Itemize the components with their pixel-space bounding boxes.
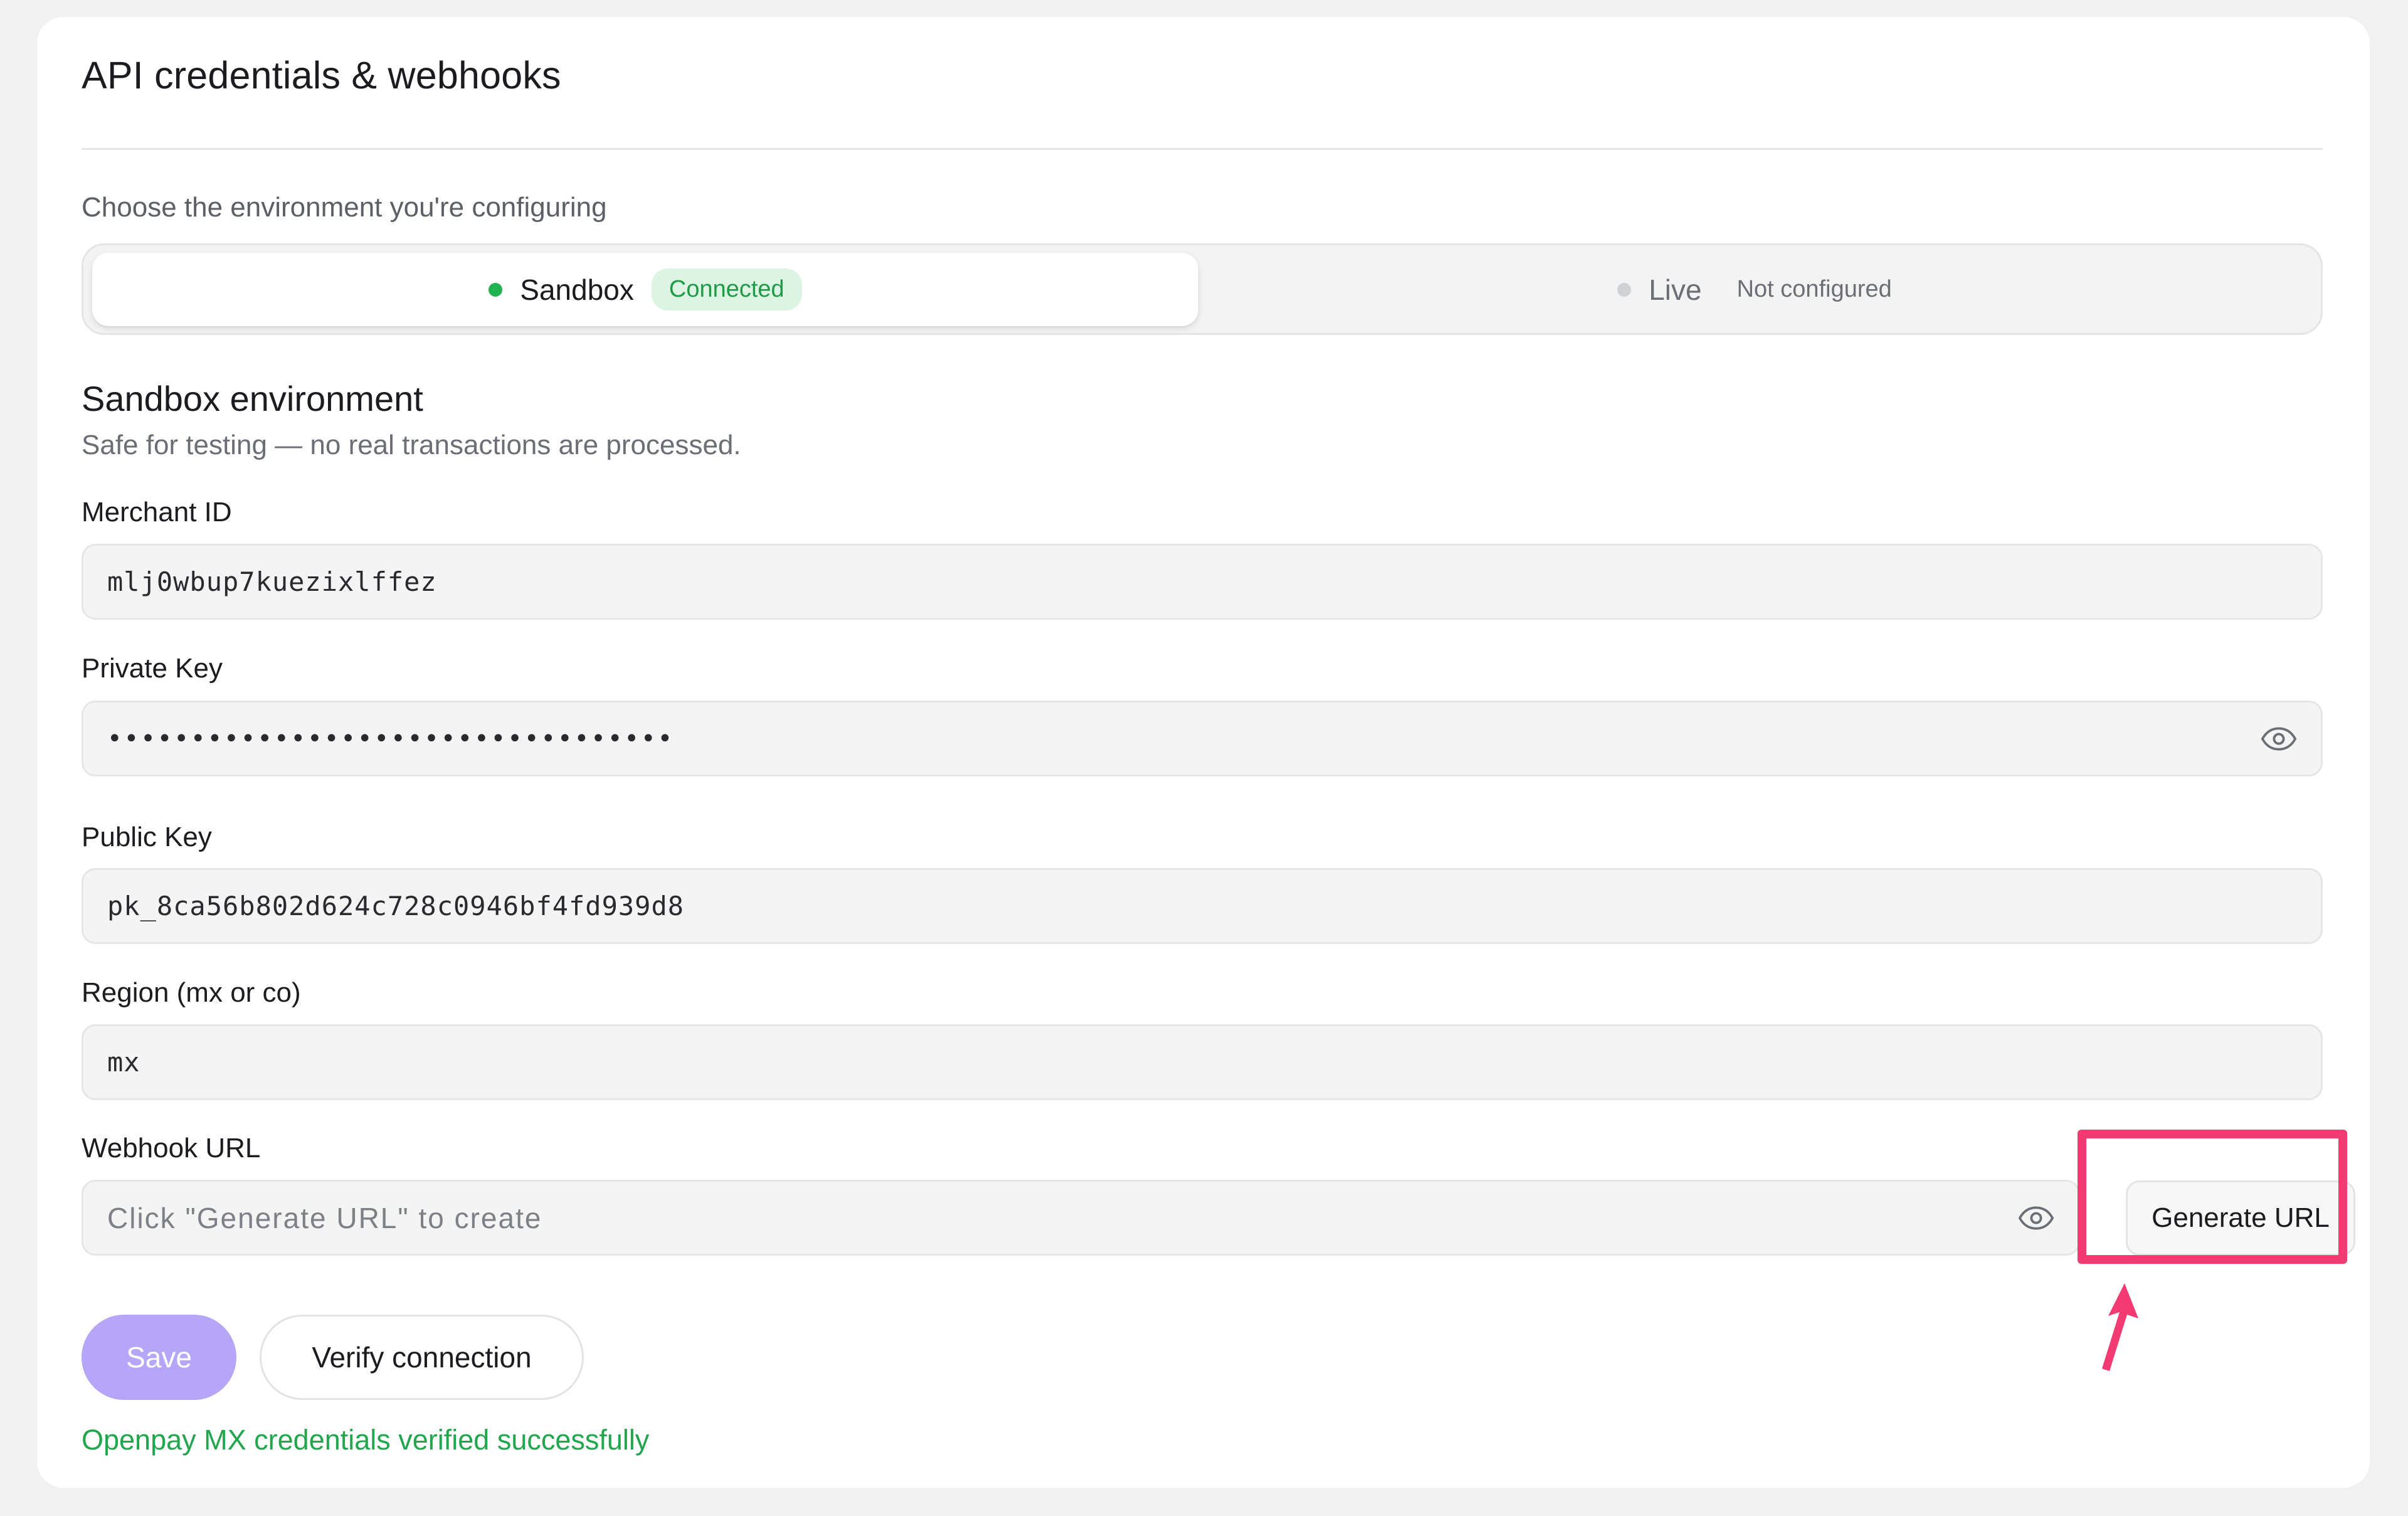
eye-icon[interactable]	[2018, 1206, 2054, 1230]
region-value: mx	[107, 1047, 140, 1078]
webhook-url-field[interactable]: Click "Generate URL" to create	[82, 1180, 2080, 1256]
generate-url-button[interactable]: Generate URL	[2126, 1180, 2355, 1256]
private-key-field[interactable]: ••••••••••••••••••••••••••••••••••	[82, 701, 2323, 777]
webhook-url-placeholder: Click "Generate URL" to create	[107, 1201, 542, 1234]
environment-name: Live	[1649, 273, 1702, 306]
section-title: Sandbox environment	[82, 379, 423, 418]
arrow-up-icon	[2102, 1283, 2138, 1371]
section-subtitle: Safe for testing — no real transactions …	[82, 430, 741, 460]
environment-name: Sandbox	[520, 273, 634, 306]
card-title: API credentials & webhooks	[82, 54, 561, 97]
status-badge: Not configured	[1736, 276, 1892, 302]
environment-option-live[interactable]: Live Not configured	[1212, 253, 2315, 326]
public-key-label: Public Key	[82, 822, 212, 852]
webhook-url-label: Webhook URL	[82, 1133, 261, 1164]
credentials-card: API credentials & webhooks Choose the en…	[37, 17, 2370, 1488]
environment-option-sandbox[interactable]: Sandbox Connected	[92, 253, 1198, 326]
private-key-label: Private Key	[82, 653, 223, 684]
merchant-id-value: mlj0wbup7kuezixlffez	[107, 566, 437, 597]
public-key-field[interactable]: pk_8ca56b802d624c728c0946bf4fd939d8	[82, 868, 2323, 944]
region-field[interactable]: mx	[82, 1024, 2323, 1100]
status-badge: Connected	[651, 268, 802, 310]
success-message: Openpay MX credentials verified successf…	[82, 1424, 650, 1456]
environment-switcher: Sandbox Connected Live Not configured	[82, 243, 2323, 335]
merchant-id-label: Merchant ID	[82, 497, 232, 527]
verify-connection-button[interactable]: Verify connection	[260, 1315, 584, 1400]
status-dot-icon	[488, 282, 503, 297]
region-label: Region (mx or co)	[82, 977, 301, 1008]
private-key-value: ••••••••••••••••••••••••••••••••••	[107, 724, 675, 753]
status-dot-icon	[1617, 282, 1632, 297]
eye-icon[interactable]	[2261, 726, 2297, 751]
merchant-id-field[interactable]: mlj0wbup7kuezixlffez	[82, 544, 2323, 620]
divider	[82, 148, 2323, 150]
public-key-value: pk_8ca56b802d624c728c0946bf4fd939d8	[107, 891, 685, 921]
save-button[interactable]: Save	[82, 1315, 236, 1400]
environment-label: Choose the environment you're configurin…	[82, 192, 607, 223]
